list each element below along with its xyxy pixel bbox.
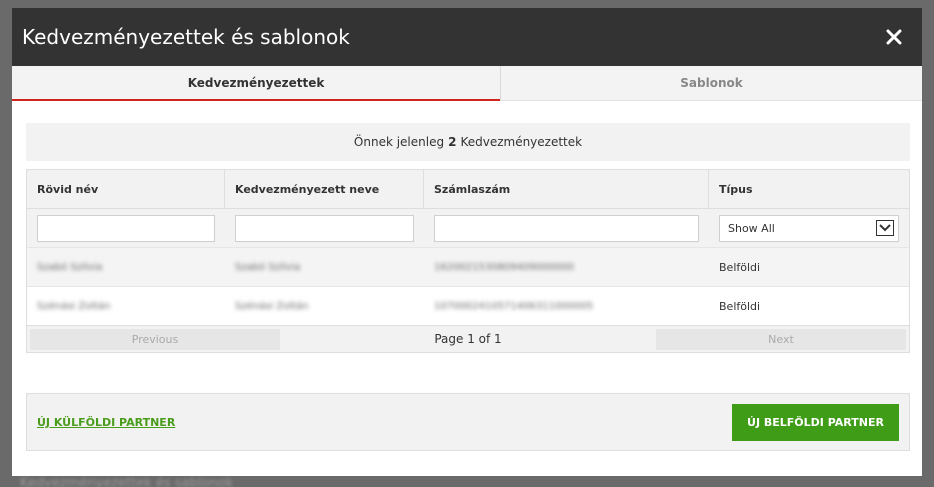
- new-domestic-partner-button[interactable]: ÚJ BELFÖLDI PARTNER: [732, 403, 899, 441]
- cell-beneficiary-name: Szabó Szilvia: [235, 261, 301, 273]
- next-page-button[interactable]: Next: [656, 328, 906, 350]
- cell-type: Belföldi: [719, 299, 761, 313]
- table-row[interactable]: Szénási Zoltán Szénási Zoltán 1070002410…: [27, 286, 909, 325]
- page-info: Page 1 of 1: [434, 332, 502, 346]
- tab-templates[interactable]: Sablonok: [500, 66, 922, 101]
- beneficiary-name-filter-input[interactable]: [235, 214, 414, 242]
- modal-header: Kedvezményezettek és sablonok: [12, 8, 922, 66]
- cell-account-number: 1620021530809409000000: [434, 261, 574, 273]
- modal-footer: ÚJ KÜLFÖLDI PARTNER ÚJ BELFÖLDI PARTNER: [26, 393, 910, 451]
- pagination: Previous Page 1 of 1 Next: [27, 325, 909, 352]
- short-name-filter-input[interactable]: [37, 214, 215, 242]
- cell-short-name: Szénási Zoltán: [37, 300, 111, 312]
- column-header-account-number[interactable]: Számlaszám: [424, 170, 709, 208]
- cell-short-name: Szabó Szilvia: [37, 261, 103, 273]
- table-row[interactable]: Szabó Szilvia Szabó Szilvia 162002153080…: [27, 247, 909, 286]
- summary-suffix: Kedvezményezettek: [460, 135, 583, 149]
- close-icon[interactable]: [882, 25, 906, 49]
- type-filter-select[interactable]: Show All: [719, 214, 899, 242]
- column-header-short-name[interactable]: Rövid név: [27, 170, 225, 208]
- beneficiary-count-summary: Önnek jelenleg 2 Kedvezményezettek: [26, 123, 910, 161]
- cell-account-number: 1070002410571406311000005: [434, 300, 594, 312]
- cell-type: Belföldi: [719, 260, 761, 274]
- summary-count: 2: [448, 135, 457, 149]
- modal-content: Önnek jelenleg 2 Kedvezményezettek Rövid…: [12, 101, 922, 451]
- previous-page-button[interactable]: Previous: [30, 328, 280, 350]
- filter-row: Show All: [27, 209, 909, 247]
- account-number-filter-input[interactable]: [434, 214, 699, 242]
- backdrop-text: Kedvezményezettek és sablonok: [20, 476, 234, 487]
- column-header-type[interactable]: Típus: [709, 170, 909, 208]
- table-header: Rövid név Kedvezményezett neve Számlaszá…: [27, 170, 909, 209]
- cell-beneficiary-name: Szénási Zoltán: [235, 300, 309, 312]
- type-filter-value: Show All: [728, 221, 775, 235]
- chevron-down-icon[interactable]: [876, 220, 894, 236]
- beneficiaries-table: Rövid név Kedvezményezett neve Számlaszá…: [26, 169, 910, 353]
- beneficiaries-modal: Kedvezményezettek és sablonok Kedvezmény…: [12, 8, 922, 476]
- tab-bar: Kedvezményezettek Sablonok: [12, 66, 922, 101]
- modal-title: Kedvezményezettek és sablonok: [22, 25, 350, 49]
- summary-prefix: Önnek jelenleg: [353, 135, 445, 149]
- close-icon-glyph: [886, 29, 902, 45]
- new-foreign-partner-link[interactable]: ÚJ KÜLFÖLDI PARTNER: [37, 416, 175, 429]
- column-header-beneficiary-name[interactable]: Kedvezményezett neve: [225, 170, 424, 208]
- tab-beneficiaries[interactable]: Kedvezményezettek: [12, 66, 500, 101]
